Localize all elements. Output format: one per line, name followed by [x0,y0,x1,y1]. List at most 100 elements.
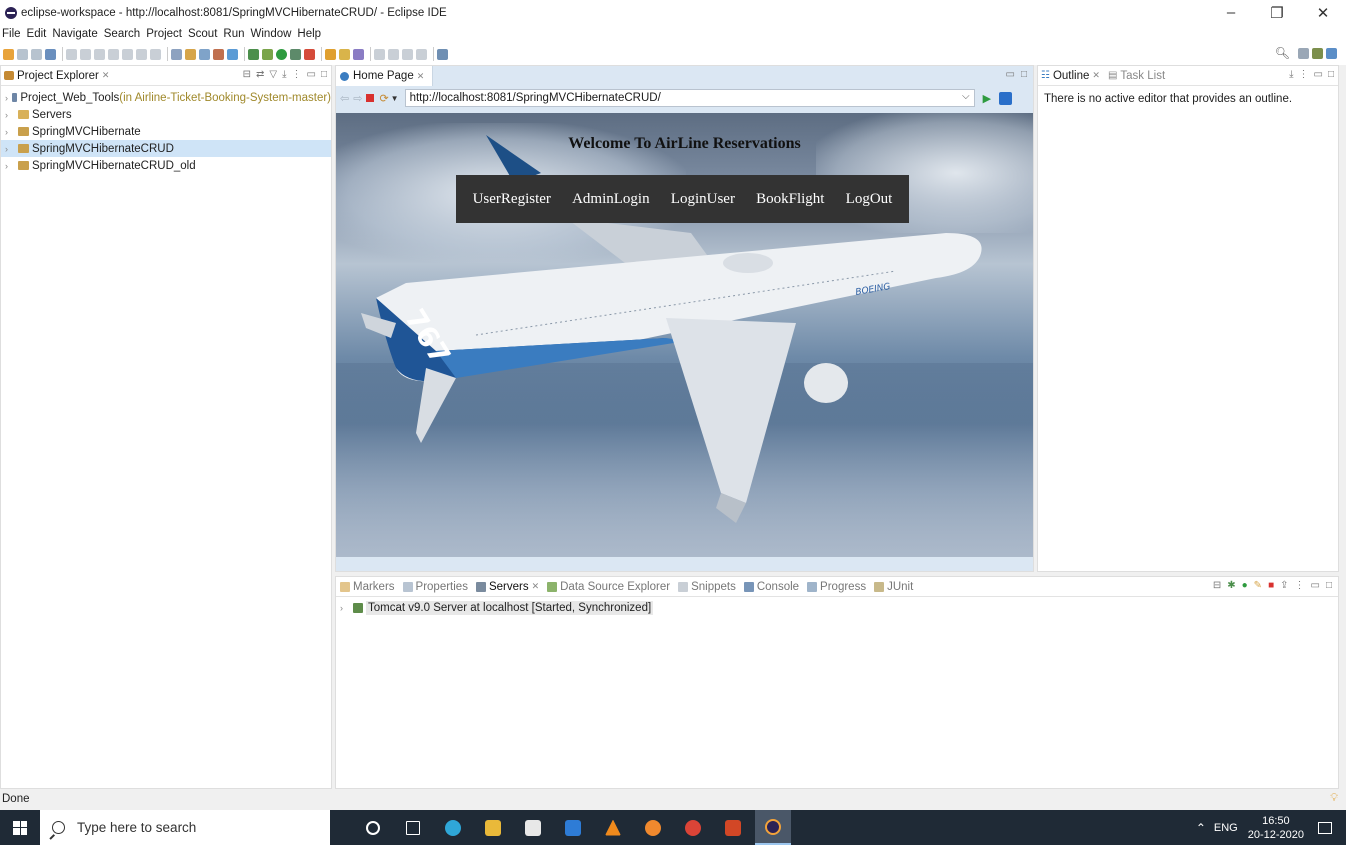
tab-home-page[interactable]: Home Page ✕ [336,66,434,86]
new-wizard-icon[interactable] [213,48,224,60]
menu-file[interactable]: File [2,28,21,40]
chevron-right-icon[interactable]: › [5,144,15,154]
search-icon[interactable]: 🔍︎ [1275,46,1290,60]
task-view-button[interactable] [395,810,431,845]
start-button[interactable] [0,810,40,845]
open-type-icon[interactable] [325,48,336,60]
run-icon[interactable] [276,48,287,60]
open-task-icon[interactable] [339,48,350,60]
maximize-view-icon[interactable]: □ [1328,69,1334,80]
language-indicator[interactable]: ENG [1214,822,1238,834]
forward-icon[interactable]: ⇨ [353,92,362,105]
close-tab-icon[interactable]: ✕ [1092,70,1100,81]
debug-server-icon[interactable]: ✱ [1227,580,1235,591]
new-server-icon[interactable] [199,48,210,60]
chrome-app[interactable] [675,810,711,845]
next-annotation-icon[interactable] [374,48,385,60]
menu-scout[interactable]: Scout [188,28,217,40]
pin-editor-icon[interactable] [437,48,448,60]
menu-run[interactable]: Run [223,28,244,40]
open-perspective-icon[interactable] [1298,47,1309,59]
menu-help[interactable]: Help [297,28,321,40]
project-explorer-title[interactable]: Project Explorer [17,70,99,82]
nav-book-flight[interactable]: BookFlight [756,191,824,208]
close-tab-icon[interactable]: ✕ [102,70,110,81]
pin-icon[interactable]: ⤓ [1289,69,1293,80]
open-external-icon[interactable] [999,91,1013,105]
vlc-app[interactable] [595,810,631,845]
minimize-view-icon[interactable]: ▭ [1314,69,1323,80]
publish-icon[interactable]: ⇪ [1280,580,1288,591]
view-menu-icon[interactable]: ⋮ [292,69,302,80]
suspend-icon[interactable] [80,48,91,60]
menu-edit[interactable]: Edit [27,28,47,40]
minimize-button[interactable]: – [1208,0,1254,25]
chevron-up-icon[interactable]: ⌃ [1196,821,1206,835]
debug-perspective-icon[interactable] [1312,47,1323,59]
tab-markers[interactable]: Markers [340,581,395,593]
chevron-right-icon[interactable]: › [340,603,350,613]
collapse-all-icon[interactable]: ⊟ [243,69,251,80]
nav-login-user[interactable]: LoginUser [671,191,735,208]
debug-icon[interactable] [248,48,259,60]
tab-task-list[interactable]: Task List [1120,70,1165,82]
tree-item-springmvchibernatecrud-old[interactable]: › SpringMVCHibernateCRUD_old [1,157,331,174]
view-menu-icon[interactable]: ⋮ [1295,580,1305,591]
tab-junit[interactable]: JUnit [874,581,913,593]
url-input[interactable]: http://localhost:8081/SpringMVCHibernate… [404,89,975,107]
tip-icon[interactable]: 💡︎ [1330,792,1338,805]
cursor-icon[interactable] [45,48,56,60]
restore-button[interactable]: ❐ [1254,0,1300,25]
prev-annotation-icon[interactable] [388,48,399,60]
tree-item-springmvchibernatecrud[interactable]: › SpringMVCHibernateCRUD [1,140,331,157]
tab-data-source-explorer[interactable]: Data Source Explorer [547,581,670,593]
back-icon[interactable]: ⇦ [340,92,349,105]
tree-item-project-web-tools[interactable]: › Project_Web_Tools (in Airline-Ticket-B… [1,89,331,106]
tab-progress[interactable]: Progress [807,581,866,593]
step-into-icon[interactable] [122,48,133,60]
menu-window[interactable]: Window [251,28,292,40]
new-icon[interactable] [3,48,14,60]
tree-item-servers[interactable]: › Servers [1,106,331,123]
chevron-down-icon[interactable]: ⌵ [962,91,970,102]
notification-icon[interactable] [1318,821,1332,834]
save-icon[interactable] [17,48,28,60]
tab-outline[interactable]: Outline [1053,70,1089,82]
app-blue[interactable] [555,810,591,845]
close-tab-icon[interactable]: ✕ [532,581,540,592]
nav-admin-login[interactable]: AdminLogin [572,191,650,208]
filter-icon[interactable]: ▽ [269,69,277,80]
tab-console[interactable]: Console [743,581,799,593]
collapse-all-icon[interactable]: ⊟ [1213,580,1221,591]
link-editor-icon[interactable]: ⇄ [256,69,264,80]
file-explorer-app[interactable] [475,810,511,845]
server-row[interactable]: › Tomcat v9.0 Server at localhost [Start… [336,599,1338,616]
close-button[interactable]: ✕ [1300,0,1346,25]
clock[interactable]: 16:50 20-12-2020 [1248,814,1304,842]
close-tab-icon[interactable]: ✕ [417,71,425,82]
search-tool-icon[interactable] [353,48,364,60]
refresh-icon[interactable]: ⟳ [379,92,388,105]
maximize-view-icon[interactable]: □ [1021,69,1027,80]
menu-search[interactable]: Search [104,28,140,40]
firefox-app[interactable] [635,810,671,845]
disconnect-icon[interactable] [108,48,119,60]
resume-icon[interactable] [66,48,77,60]
profile-server-icon[interactable]: ✎ [1254,580,1262,591]
step-return-icon[interactable] [150,48,161,60]
jee-perspective-icon[interactable] [1326,47,1337,59]
view-menu-icon[interactable]: ⋮ [1299,69,1309,80]
tab-servers[interactable]: Servers ✕ [475,581,540,593]
minimize-view-icon[interactable]: ▭ [307,69,316,80]
external-tools-icon[interactable] [304,48,315,60]
edge-app[interactable] [435,810,471,845]
tab-snippets[interactable]: Snippets [678,581,736,593]
tab-properties[interactable]: Properties [402,581,468,593]
tree-item-springmvchibernate[interactable]: › SpringMVCHibernate [1,123,331,140]
go-icon[interactable]: ▶ [983,92,991,105]
taskbar-search[interactable]: Type here to search [40,810,330,845]
chevron-right-icon[interactable]: › [5,127,15,137]
pin-icon[interactable]: ⤓ [282,69,286,80]
minimize-view-icon[interactable]: ▭ [1311,580,1320,591]
skip-breakpoints-icon[interactable] [185,48,196,60]
